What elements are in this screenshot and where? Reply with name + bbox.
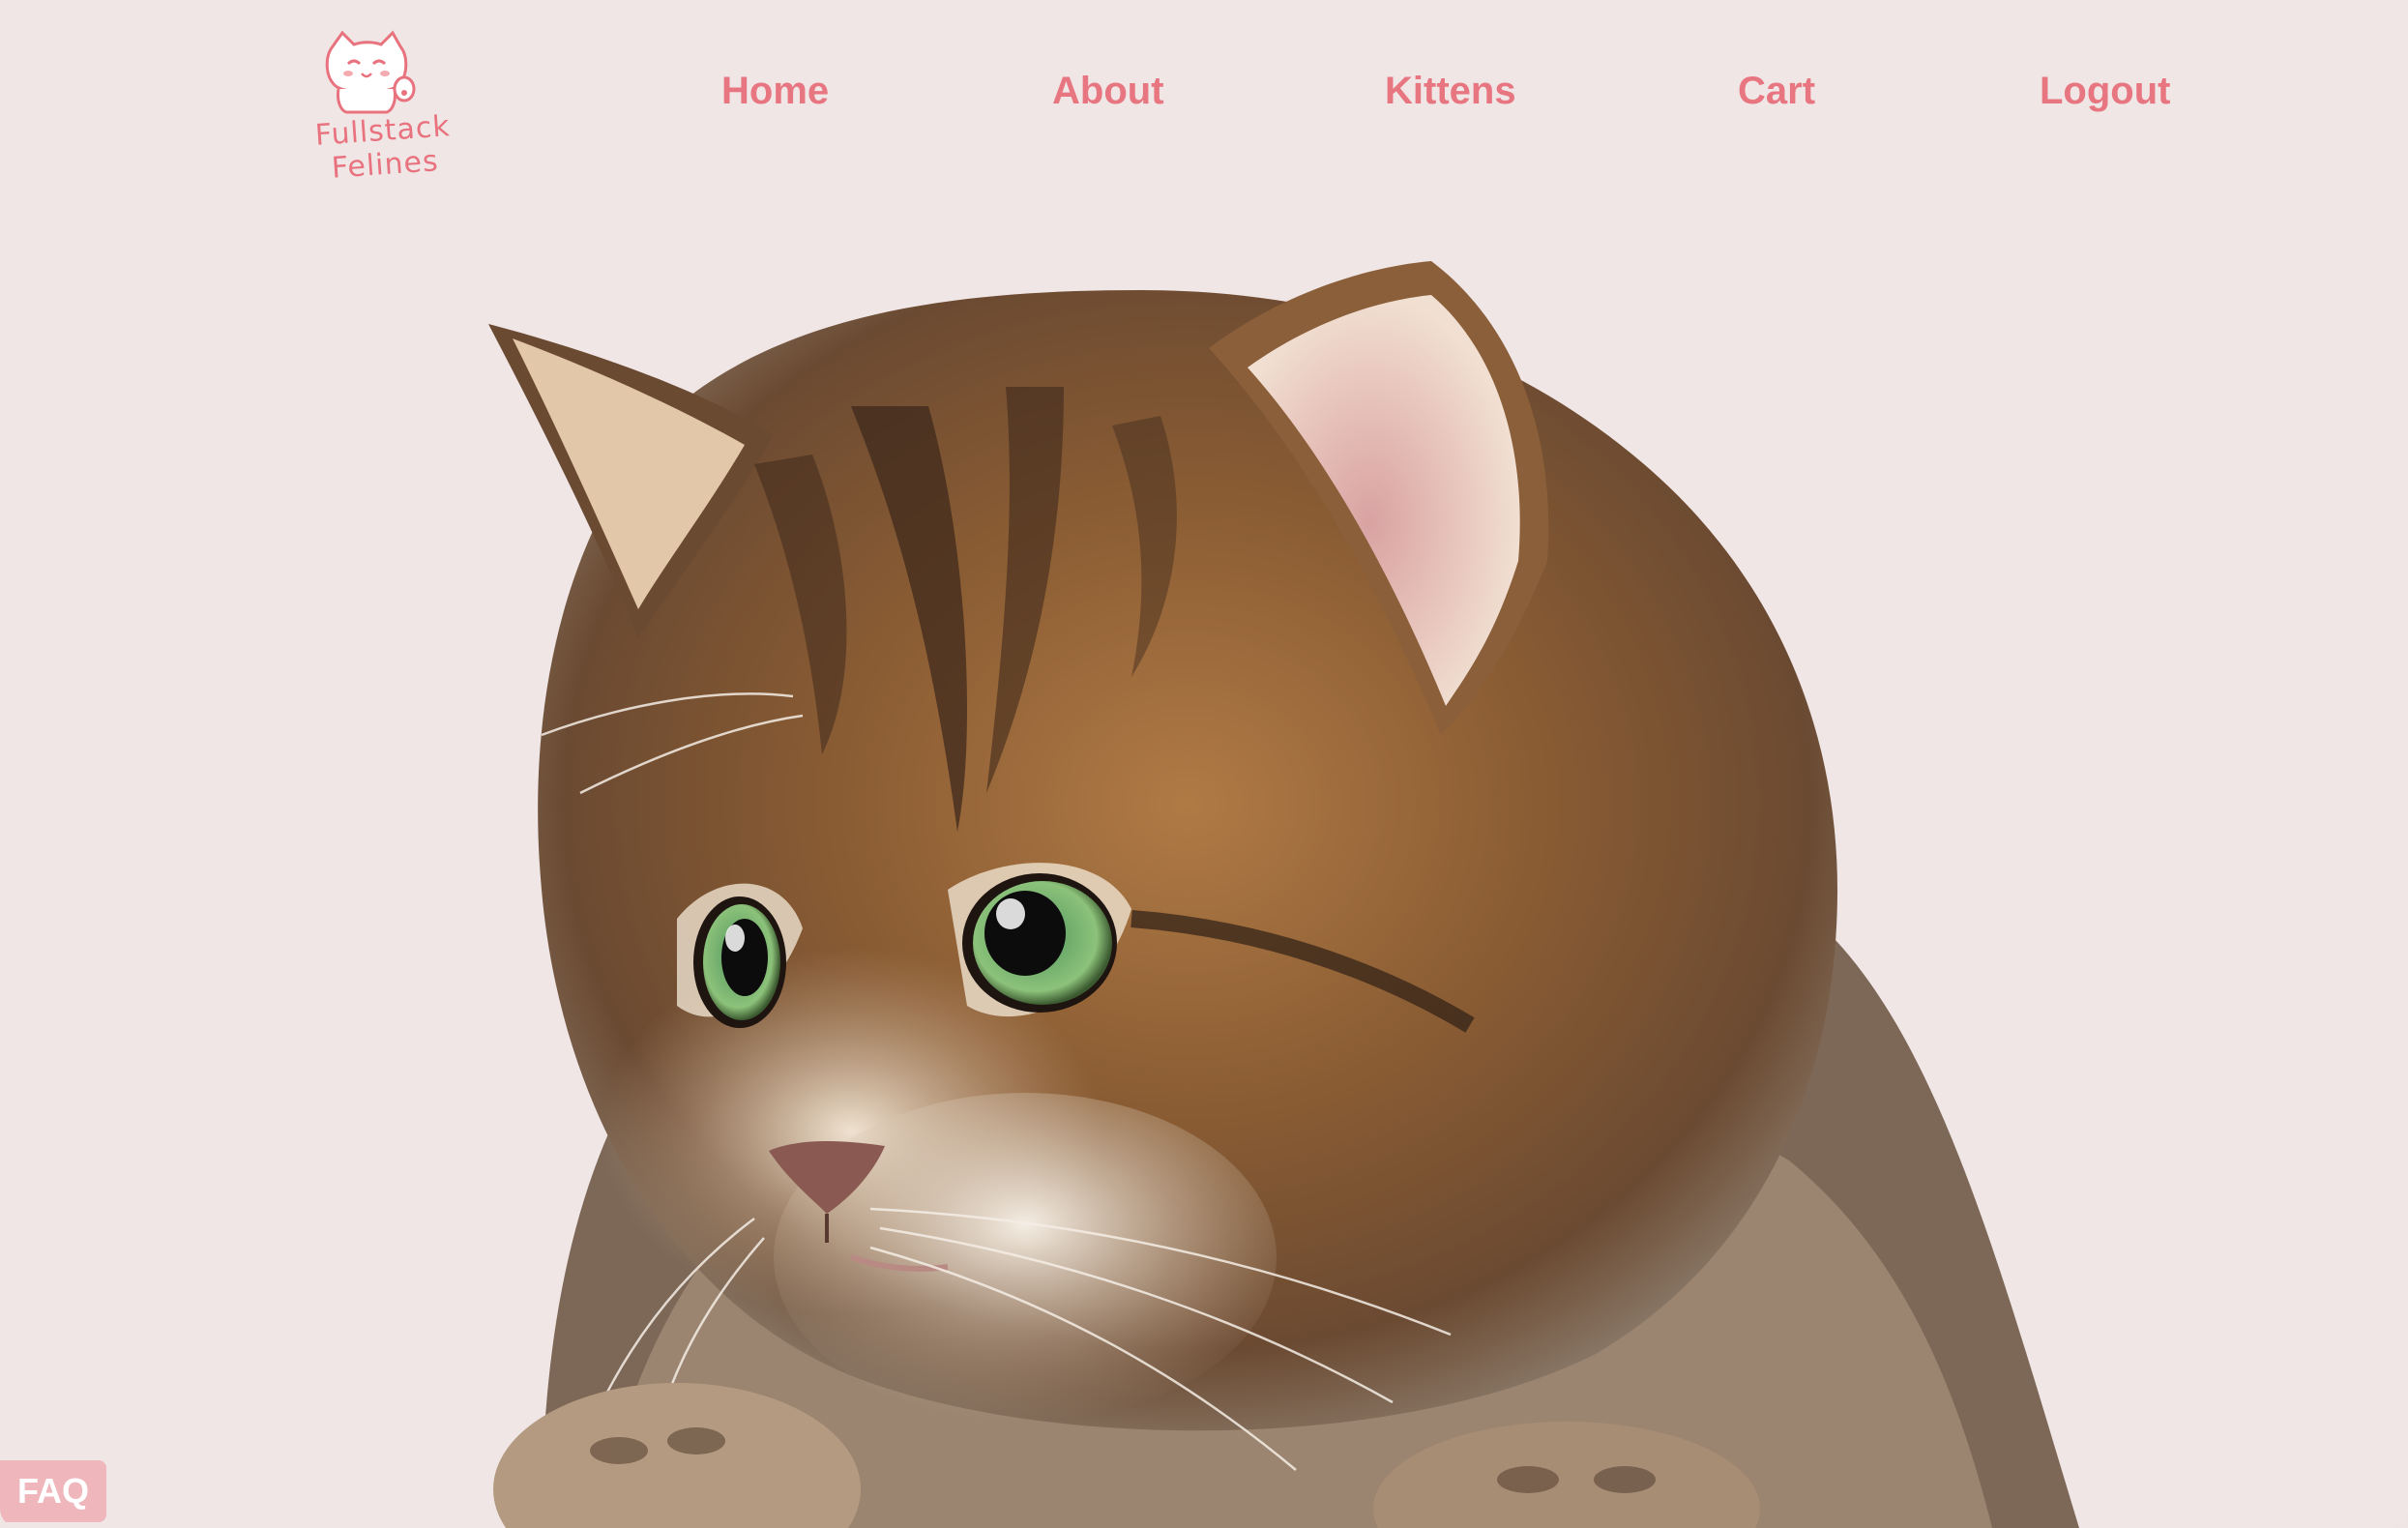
nav-logout-link[interactable]: Logout xyxy=(2040,70,2171,113)
nav-home-link[interactable]: Home xyxy=(721,70,829,113)
nav-kittens-link[interactable]: Kittens xyxy=(1385,70,1516,113)
nav-about-link[interactable]: About xyxy=(1052,70,1164,113)
page: Fullstack Felines Home About Kittens Car… xyxy=(0,0,2408,1528)
kitten-hero-image xyxy=(488,261,2079,1528)
faq-button[interactable]: FAQ xyxy=(0,1460,106,1522)
brand-logo[interactable]: Fullstack Felines xyxy=(253,29,505,186)
nav-cart-link[interactable]: Cart xyxy=(1738,70,1815,113)
top-navigation: Fullstack Felines Home About Kittens Car… xyxy=(0,0,2408,193)
